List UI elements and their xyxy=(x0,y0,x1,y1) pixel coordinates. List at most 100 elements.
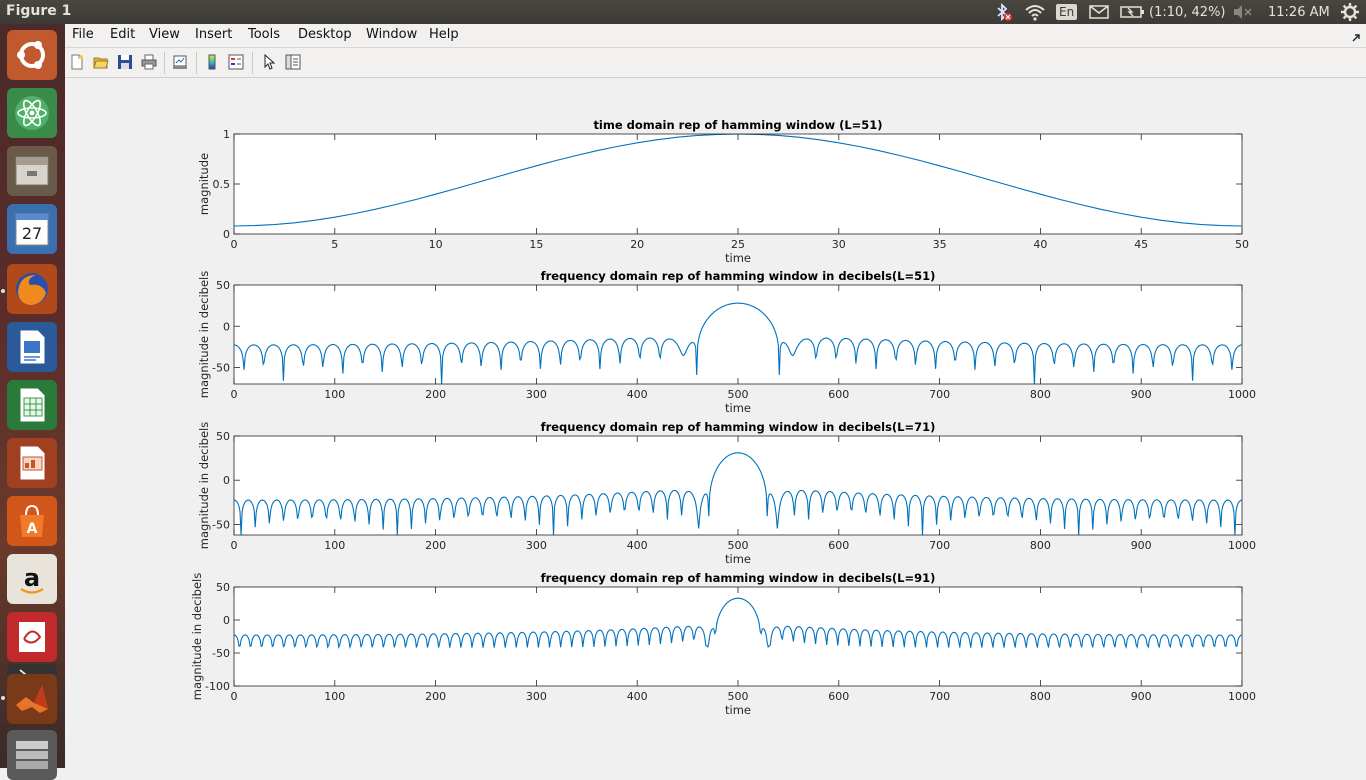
menu-desktop[interactable]: Desktop xyxy=(298,27,352,42)
y-tick-label: 0 xyxy=(223,320,230,333)
mail-icon[interactable] xyxy=(1089,0,1109,24)
axes-3: 0 100 200 300 400 500 600 700 800 900 1000-50050fr… xyxy=(197,420,1256,566)
libreoffice-calc-icon[interactable] xyxy=(7,380,57,430)
x-tick-label: 700 xyxy=(929,690,950,703)
new-figure-icon[interactable] xyxy=(69,54,85,70)
link-plot-icon[interactable] xyxy=(172,54,188,70)
edit-plot-arrow-icon[interactable] xyxy=(261,53,277,70)
figure-toolbar xyxy=(65,48,1366,78)
svg-text:a: a xyxy=(24,564,40,592)
svg-text:A: A xyxy=(27,521,38,537)
x-tick-label: 45 xyxy=(1134,238,1148,251)
libreoffice-impress-icon[interactable] xyxy=(7,438,57,488)
bluetooth-icon[interactable] xyxy=(992,0,1014,24)
axes-title: frequency domain rep of hamming window i… xyxy=(541,420,936,434)
insert-legend-icon[interactable] xyxy=(228,54,244,70)
open-file-icon[interactable] xyxy=(93,54,109,70)
x-tick-label: 50 xyxy=(1235,238,1249,251)
file-manager-icon[interactable] xyxy=(7,146,57,196)
x-tick-label: 10 xyxy=(429,238,443,251)
dock-arrow-icon[interactable] xyxy=(1351,28,1361,47)
menu-bar: File Edit View Insert Tools Desktop Wind… xyxy=(65,24,1366,48)
menu-edit[interactable]: Edit xyxy=(110,27,135,42)
menu-view[interactable]: View xyxy=(149,27,180,42)
workspace-switcher-icon[interactable] xyxy=(7,730,57,780)
volume-muted-icon[interactable] xyxy=(1232,0,1254,24)
keyboard-layout-indicator[interactable]: En xyxy=(1056,0,1078,24)
window-title: Figure 1 xyxy=(6,3,72,19)
property-editor-icon[interactable] xyxy=(285,54,301,70)
menu-file[interactable]: File xyxy=(72,27,94,42)
running-indicator xyxy=(1,289,5,293)
x-tick-label: 900 xyxy=(1131,690,1152,703)
firefox-icon[interactable] xyxy=(7,264,57,314)
y-tick-label: 0 xyxy=(223,474,230,487)
x-tick-label: 0 xyxy=(231,238,238,251)
y-tick-label: 50 xyxy=(216,279,230,292)
x-tick-label: 20 xyxy=(630,238,644,251)
software-center-icon[interactable]: A xyxy=(7,496,57,546)
axes-1: 0 5 10 15 20 25 30 35 40 45 50 0 0.5 1 time domain rep… xyxy=(197,118,1249,265)
x-tick-label: 30 xyxy=(832,238,846,251)
battery-icon xyxy=(1120,6,1144,18)
x-tick-label: 0 xyxy=(231,539,238,552)
print-icon[interactable] xyxy=(141,54,157,70)
x-tick-label: 400 xyxy=(627,388,648,401)
x-tick-label: 15 xyxy=(529,238,543,251)
x-tick-label: 700 xyxy=(929,539,950,552)
menu-insert[interactable]: Insert xyxy=(195,27,232,42)
x-tick-label: 0 xyxy=(231,690,238,703)
insert-colorbar-icon[interactable] xyxy=(204,54,220,70)
x-tick-label: 0 xyxy=(231,388,238,401)
x-tick-label: 100 xyxy=(324,539,345,552)
calendar-icon[interactable]: 27 xyxy=(7,204,57,254)
y-tick-label: 1 xyxy=(223,128,230,141)
battery-indicator[interactable]: (1:10, 42%) xyxy=(1120,0,1226,24)
ubuntu-dash-icon[interactable] xyxy=(7,30,57,80)
matlab-icon[interactable] xyxy=(7,674,57,724)
axes-4: 0 100 200 300 400 500 600 700 800 900 1000 -100 -50 0… xyxy=(190,571,1256,717)
clock-label: 11:26 AM xyxy=(1268,4,1330,20)
x-axis-label: time xyxy=(725,251,751,265)
y-tick-label: 0.5 xyxy=(213,178,231,191)
y-tick-label: -50 xyxy=(212,362,230,375)
running-indicator xyxy=(1,696,5,700)
figure-plots: 0 5 10 15 20 25 30 35 40 45 5000.51time domain rep… xyxy=(190,118,1256,717)
x-tick-label: 1000 xyxy=(1228,539,1256,552)
amazon-icon[interactable]: a xyxy=(7,554,57,604)
menu-help[interactable]: Help xyxy=(429,27,459,42)
menu-window[interactable]: Window xyxy=(366,27,417,42)
x-tick-label: 300 xyxy=(526,690,547,703)
y-tick-label: 50 xyxy=(216,581,230,594)
x-tick-label: 500 xyxy=(728,539,749,552)
y-axis-label: magnitude in decibels xyxy=(190,573,204,700)
document-viewer-icon[interactable] xyxy=(7,612,57,662)
x-tick-label: 25 xyxy=(731,238,745,251)
axes-title: frequency domain rep of hamming window i… xyxy=(541,571,936,585)
toolbar-separator xyxy=(252,52,253,74)
atom-editor-icon[interactable] xyxy=(7,88,57,138)
plot-area xyxy=(234,134,1242,234)
toolbar-separator xyxy=(196,52,197,74)
clock[interactable]: 11:26 AM xyxy=(1268,0,1330,24)
x-tick-label: 500 xyxy=(728,388,749,401)
x-tick-label: 600 xyxy=(828,539,849,552)
x-axis-label: time xyxy=(725,552,751,566)
menu-tools[interactable]: Tools xyxy=(248,27,280,42)
gear-icon[interactable] xyxy=(1340,0,1360,24)
save-icon[interactable] xyxy=(117,54,133,70)
wifi-icon[interactable] xyxy=(1024,0,1046,24)
toolbar-separator xyxy=(164,52,165,74)
y-tick-label: 0 xyxy=(223,228,230,241)
libreoffice-writer-icon[interactable] xyxy=(7,322,57,372)
keyboard-layout-label: En xyxy=(1056,4,1078,20)
x-axis-label: time xyxy=(725,401,751,415)
calendar-day: 27 xyxy=(22,224,42,243)
x-tick-label: 900 xyxy=(1131,539,1152,552)
x-tick-label: 200 xyxy=(425,388,446,401)
figure-canvas: 0 5 10 15 20 25 30 35 40 45 50 0 0.5 1 time domain rep… xyxy=(65,78,1366,768)
y-tick-label: -100 xyxy=(205,680,230,693)
x-tick-label: 35 xyxy=(933,238,947,251)
x-tick-label: 1000 xyxy=(1228,388,1256,401)
x-tick-label: 700 xyxy=(929,388,950,401)
